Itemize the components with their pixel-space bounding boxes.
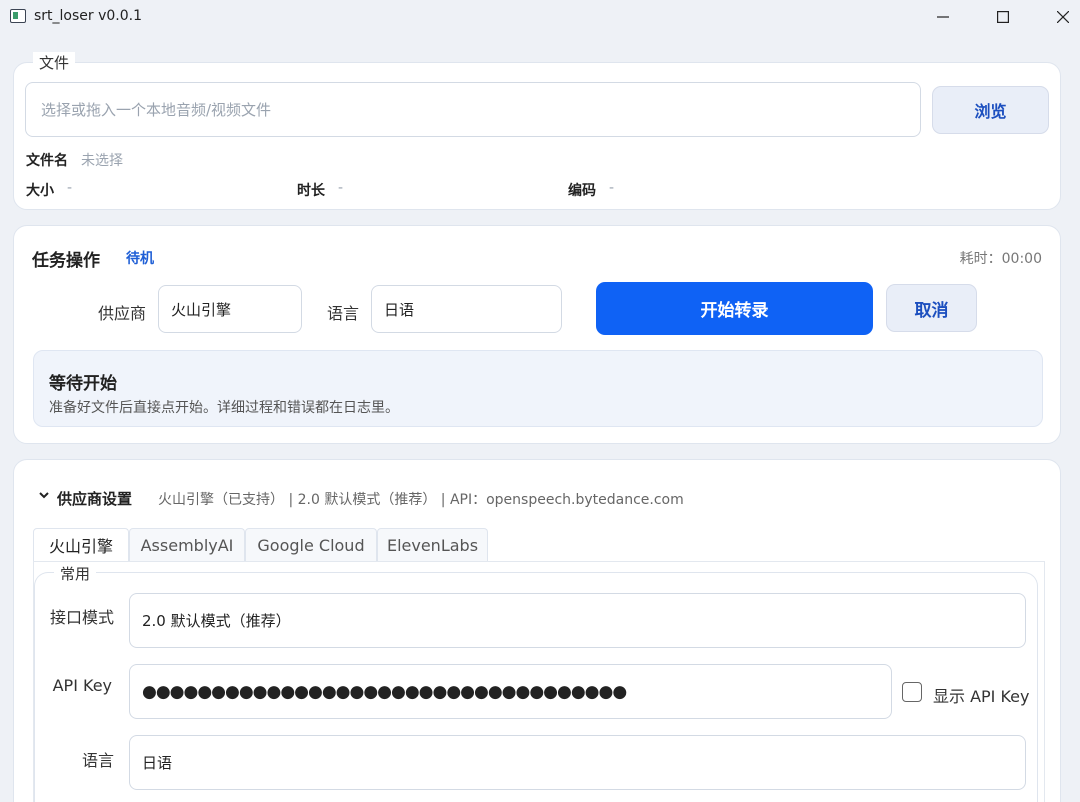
apikey-input[interactable]: ●●●●●●●●●●●●●●●●●●●●●●●●●●●●●●●●●●● bbox=[129, 664, 892, 719]
cancel-button[interactable]: 取消 bbox=[886, 284, 977, 332]
filename-value: 未选择 bbox=[81, 153, 123, 169]
task-title: 任务操作 bbox=[32, 251, 100, 271]
settings-language-select[interactable]: 日语 bbox=[129, 735, 1026, 790]
mode-label: 接口模式 bbox=[49, 608, 114, 627]
provider-label: 供应商 bbox=[98, 304, 147, 323]
task-status-badge: 待机 bbox=[126, 251, 154, 267]
status-panel: 等待开始 准备好文件后直接点开始。详细过程和错误都在日志里。 bbox=[33, 350, 1043, 427]
title-bar: srt_loser v0.0.1 bbox=[0, 0, 1080, 36]
task-card: 任务操作 待机 耗时：00:00 供应商 火山引擎 语言 日语 开始转录 取消 … bbox=[13, 225, 1061, 444]
maximize-icon bbox=[997, 11, 1009, 23]
apikey-label: API Key bbox=[52, 676, 112, 695]
duration-value: - bbox=[338, 180, 344, 196]
provider-select[interactable]: 火山引擎 bbox=[158, 285, 302, 333]
file-card: 文件 选择或拖入一个本地音频/视频文件 浏览 文件名 未选择 大小 - 时长 -… bbox=[13, 52, 1061, 210]
minimize-button[interactable] bbox=[920, 0, 966, 34]
size-label: 大小 bbox=[26, 183, 54, 199]
provider-summary: 火山引擎（已支持） | 2.0 默认模式（推荐） | API：openspeec… bbox=[158, 492, 684, 508]
provider-settings-card: 供应商设置 火山引擎（已支持） | 2.0 默认模式（推荐） | API：ope… bbox=[13, 459, 1061, 802]
filename-label: 文件名 bbox=[26, 153, 68, 169]
group-legend: 常用 bbox=[54, 563, 97, 584]
status-description: 准备好文件后直接点开始。详细过程和错误都在日志里。 bbox=[49, 400, 399, 416]
close-icon bbox=[1057, 11, 1069, 23]
tab-assemblyai[interactable]: AssemblyAI bbox=[129, 528, 245, 561]
tab-volcengine[interactable]: 火山引擎 bbox=[33, 528, 129, 561]
codec-value: - bbox=[609, 180, 615, 196]
browse-button[interactable]: 浏览 bbox=[932, 86, 1049, 134]
show-apikey-label[interactable]: 显示 API Key bbox=[933, 683, 1030, 707]
size-value: - bbox=[67, 180, 73, 196]
file-section-legend: 文件 bbox=[33, 52, 76, 73]
show-apikey-checkbox[interactable] bbox=[902, 682, 922, 702]
settings-language-label: 语言 bbox=[81, 751, 114, 770]
language-select[interactable]: 日语 bbox=[371, 285, 562, 333]
language-label: 语言 bbox=[327, 304, 360, 323]
duration-label: 时长 bbox=[297, 183, 325, 199]
close-button[interactable] bbox=[1040, 0, 1080, 34]
app-icon bbox=[10, 9, 26, 23]
window-title: srt_loser v0.0.1 bbox=[34, 8, 143, 24]
status-title: 等待开始 bbox=[49, 374, 117, 394]
minimize-icon bbox=[937, 16, 949, 18]
file-input[interactable]: 选择或拖入一个本地音频/视频文件 bbox=[25, 82, 921, 137]
tab-google-cloud[interactable]: Google Cloud bbox=[245, 528, 377, 561]
maximize-button[interactable] bbox=[980, 0, 1026, 34]
start-transcribe-button[interactable]: 开始转录 bbox=[596, 282, 873, 335]
provider-settings-title[interactable]: 供应商设置 bbox=[57, 488, 132, 509]
codec-label: 编码 bbox=[568, 183, 596, 199]
chevron-down-icon[interactable] bbox=[38, 489, 50, 501]
tab-elevenlabs[interactable]: ElevenLabs bbox=[377, 528, 488, 561]
elapsed-time: 耗时：00:00 bbox=[959, 251, 1042, 267]
mode-select[interactable]: 2.0 默认模式（推荐） bbox=[129, 593, 1026, 648]
